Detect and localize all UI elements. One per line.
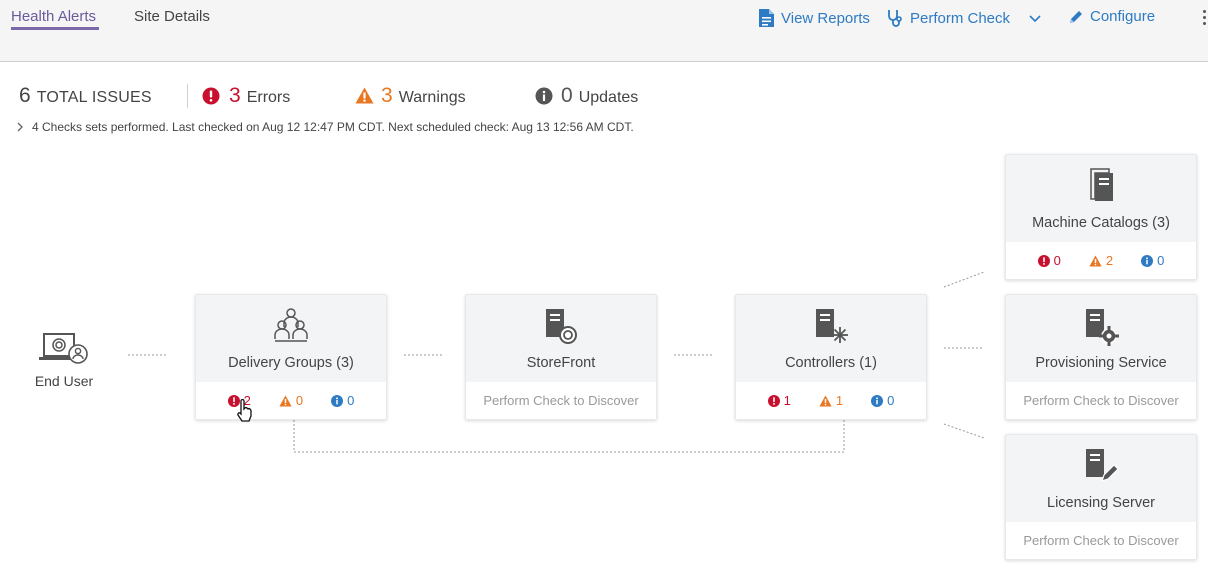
info-icon [331, 394, 344, 407]
machine-catalogs-errors[interactable]: 0 [1037, 253, 1061, 268]
controllers-title: Controllers (1) [785, 355, 877, 371]
licensing-server-hint: Perform Check to Discover [1023, 533, 1179, 548]
end-user-label: End User [34, 373, 94, 389]
users-group-icon [274, 308, 308, 342]
licensing-pen-icon [1086, 449, 1119, 482]
controllers-warnings-count: 1 [835, 393, 844, 408]
info-icon [1141, 254, 1154, 267]
machine-catalogs-warnings[interactable]: 2 [1089, 253, 1113, 268]
storefront-card[interactable]: StoreFront Perform Check to Discover [465, 294, 657, 420]
delivery-groups-title: Delivery Groups (3) [228, 355, 354, 371]
delivery-groups-warnings-count: 0 [295, 393, 304, 408]
provisioning-gear-icon [1086, 309, 1119, 346]
delivery-groups-warnings[interactable]: 0 [279, 393, 303, 408]
controllers-info[interactable]: 0 [871, 393, 894, 408]
delivery-groups-info-count: 0 [347, 393, 355, 408]
storefront-footer: Perform Check to Discover [466, 382, 656, 419]
storefront-hint: Perform Check to Discover [483, 393, 639, 408]
error-icon [1037, 254, 1050, 267]
info-icon [871, 394, 884, 407]
delivery-groups-info[interactable]: 0 [331, 393, 354, 408]
provisioning-service-title: Provisioning Service [1035, 355, 1167, 371]
licensing-server-footer: Perform Check to Discover [1006, 522, 1196, 559]
catalog-stack-icon [1090, 168, 1113, 201]
licensing-server-title: Licensing Server [1047, 495, 1155, 511]
controllers-errors[interactable]: 1 [767, 393, 791, 408]
controller-server-icon [816, 309, 848, 343]
end-user-icon [39, 333, 88, 364]
controllers-info-count: 0 [887, 393, 895, 408]
machine-catalogs-warnings-count: 2 [1105, 253, 1114, 268]
storefront-server-icon [546, 309, 577, 344]
controllers-stats: 1 1 0 [736, 382, 926, 419]
warning-icon [819, 395, 832, 406]
machine-catalogs-info-count: 0 [1157, 253, 1165, 268]
warning-icon [1089, 255, 1102, 266]
licensing-server-card[interactable]: Licensing Server Perform Check to Discov… [1005, 434, 1197, 560]
provisioning-service-card[interactable]: Provisioning Service Perform Check to Di… [1005, 294, 1197, 420]
machine-catalogs-title: Machine Catalogs (3) [1032, 215, 1170, 231]
end-user-node[interactable]: End User [28, 330, 100, 389]
storefront-title: StoreFront [526, 355, 596, 371]
delivery-groups-stats: 2 0 0 [196, 382, 386, 419]
machine-catalogs-stats: 0 2 0 [1006, 242, 1196, 279]
error-icon [767, 394, 780, 407]
controllers-warnings[interactable]: 1 [819, 393, 843, 408]
provisioning-service-hint: Perform Check to Discover [1023, 393, 1179, 408]
delivery-groups-card[interactable]: Delivery Groups (3) 2 0 0 [195, 294, 387, 422]
hand-pointer-cursor-icon [237, 399, 252, 422]
machine-catalogs-info[interactable]: 0 [1141, 253, 1164, 268]
provisioning-service-footer: Perform Check to Discover [1006, 382, 1196, 419]
machine-catalogs-card[interactable]: Machine Catalogs (3) 0 2 0 [1005, 154, 1197, 280]
warning-icon [279, 395, 292, 406]
machine-catalogs-errors-count: 0 [1053, 253, 1061, 268]
controllers-card[interactable]: Controllers (1) 1 1 0 [735, 294, 927, 420]
controllers-errors-count: 1 [783, 393, 791, 408]
